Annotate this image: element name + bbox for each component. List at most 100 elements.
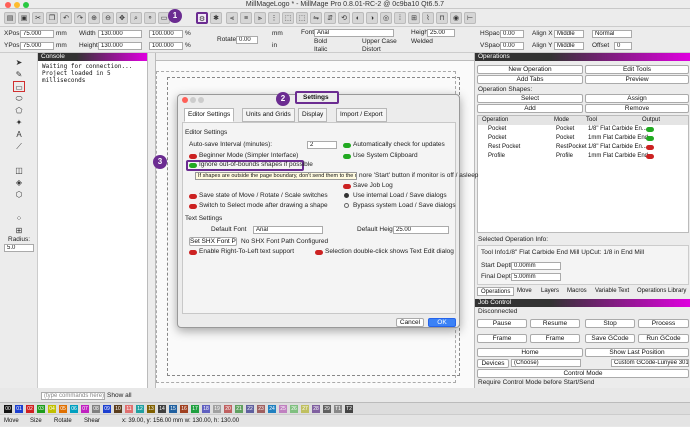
tab-icon[interactable]: ⊓ [436,12,448,24]
palette-swatch[interactable]: 15 [169,405,177,413]
hspace-field[interactable]: 0.00 [500,30,524,38]
tab-variable-text[interactable]: Variable Text [595,287,629,296]
save-state-toggle[interactable] [189,194,197,199]
welded-checkbox[interactable]: Welded [411,38,433,46]
stop-button[interactable]: Stop [585,319,635,328]
boolean-icon[interactable]: ◑ [366,12,378,24]
show-all-checkbox[interactable]: Show all [107,392,132,400]
palette-swatch[interactable]: 09 [103,405,111,413]
zoom-out-icon[interactable]: ⊖ [102,12,114,24]
offset-tool-icon[interactable]: ◫ [13,165,25,176]
table-row[interactable]: Rest Pocket RestPocket 1/8" Flat Carbide… [480,143,690,152]
devices-button[interactable]: Devices [477,359,509,368]
tab-macros[interactable]: Macros [567,287,587,296]
unit-in-radio[interactable]: in [272,42,277,50]
palette-swatch[interactable]: 26 [290,405,298,413]
undo-icon[interactable]: ↶ [60,12,72,24]
close-window-button[interactable] [5,2,11,8]
palette-swatch[interactable]: 23 [257,405,265,413]
palette-swatch[interactable]: 21 [235,405,243,413]
save-gcode-button[interactable]: Save GCode [585,334,635,343]
rotate-icon[interactable]: ⟲ [338,12,350,24]
ok-button[interactable]: OK [428,318,456,327]
save-icon[interactable]: ▣ [18,12,30,24]
tools-icon[interactable]: ✱ [210,12,222,24]
assign-button[interactable]: Assign [585,94,689,103]
palette-swatch[interactable]: 04 [48,405,56,413]
ellipse-tool-icon[interactable]: ⬭ [13,93,25,104]
align-left-icon[interactable]: ⫷ [226,12,238,24]
final-depth-field[interactable]: 5.00mm [511,273,561,281]
edit-tools-button[interactable]: Edit Tools [585,65,689,74]
cancel-button[interactable]: Cancel [396,318,424,327]
palette-swatch[interactable]: 20 [224,405,232,413]
group-icon[interactable]: ⬚ [282,12,294,24]
palette-swatch[interactable]: 28 [312,405,320,413]
array-icon[interactable]: ⁞ [394,12,406,24]
tab-move[interactable]: Move [517,287,532,296]
palette-swatch[interactable]: 12 [136,405,144,413]
palette-swatch[interactable]: 01 [15,405,23,413]
tab-layers[interactable]: Layers [541,287,559,296]
tab-operations-library[interactable]: Operations Library [637,287,686,296]
palette-swatch[interactable]: 17 [191,405,199,413]
set-shx-button[interactable]: Set SHX Font Path [189,237,237,246]
palette-swatch[interactable]: T1 [334,405,342,413]
rtl-toggle[interactable] [189,250,197,255]
bold-checkbox[interactable]: Bold [314,38,327,46]
select-tool-icon[interactable]: ➤ [13,57,25,68]
zoom-window-button[interactable] [23,2,29,8]
trace-icon[interactable]: ⚬ [144,12,156,24]
table-row[interactable]: Pocket Pocket 1mm Flat Carbide End... [480,134,690,143]
table-row[interactable]: Profile Profile 1mm Flat Carbide End... [480,152,690,161]
palette-swatch[interactable]: 16 [180,405,188,413]
add-tabs-checkbox[interactable]: Add Tabs [477,75,583,84]
device-select[interactable]: Custom GCode-Lunyee 3018 [611,359,689,367]
zoom-fit-icon[interactable]: ⌕ [130,12,142,24]
height-percent-field[interactable]: 100.000 [149,42,183,50]
tab-editor-settings[interactable]: Editor Settings [184,108,235,122]
settings-icon[interactable]: ⚙ [196,12,208,24]
width-percent-field[interactable]: 100.000 [149,30,183,38]
port-select[interactable]: (Choose) [511,359,581,367]
palette-swatch[interactable]: 07 [81,405,89,413]
align-x-select[interactable]: Middle [554,30,584,38]
bypass-radio[interactable] [344,203,349,208]
palette-swatch[interactable]: 22 [246,405,254,413]
palette-swatch[interactable]: 05 [59,405,67,413]
new-operation-button[interactable]: New Operation [477,65,583,74]
palette-swatch[interactable]: T2 [345,405,353,413]
command-input[interactable]: (type commands here) [41,392,105,400]
output-toggle[interactable] [646,127,654,132]
ignore-oob-toggle[interactable] [189,163,197,168]
use-internal-radio[interactable] [344,193,349,198]
zoom-in-icon[interactable]: ⊕ [88,12,100,24]
palette-swatch[interactable]: 25 [279,405,287,413]
rectangle-tool-icon[interactable]: ▭ [13,81,25,92]
width-field[interactable]: 130.000 [98,30,142,38]
dblclick-toggle[interactable] [315,250,323,255]
home-button[interactable]: Home [477,348,583,357]
palette-swatch[interactable]: 19 [213,405,221,413]
grid-tool-icon[interactable]: ⊞ [13,225,25,236]
output-toggle[interactable] [646,154,654,159]
palette-swatch[interactable]: 08 [92,405,100,413]
require-control-mode-checkbox[interactable]: Require Control Mode before Start/Send [478,379,594,387]
pause-button[interactable]: Pause [477,319,527,328]
start-depth-field[interactable]: 0.00mm [511,262,561,270]
palette-swatch[interactable]: 18 [202,405,210,413]
remove-button[interactable]: Remove [585,104,689,113]
node-edit-icon[interactable]: ✦ [13,117,25,128]
sys-clip-toggle[interactable] [343,154,351,159]
tab-import-export[interactable]: Import / Export [336,108,387,122]
weld-tool-icon[interactable]: ◈ [13,177,25,188]
default-font-select[interactable]: Arial [253,226,323,234]
minimize-window-button[interactable] [14,2,20,8]
status-shear[interactable]: Shear [84,415,100,427]
height-field[interactable]: 130.000 [98,42,142,50]
palette-swatch[interactable]: 06 [70,405,78,413]
status-rotate[interactable]: Rotate [54,415,72,427]
vspace-field[interactable]: 0.00 [500,42,524,50]
align-y-select[interactable]: Middle [554,42,584,50]
grid-array-icon[interactable]: ⊞ [408,12,420,24]
